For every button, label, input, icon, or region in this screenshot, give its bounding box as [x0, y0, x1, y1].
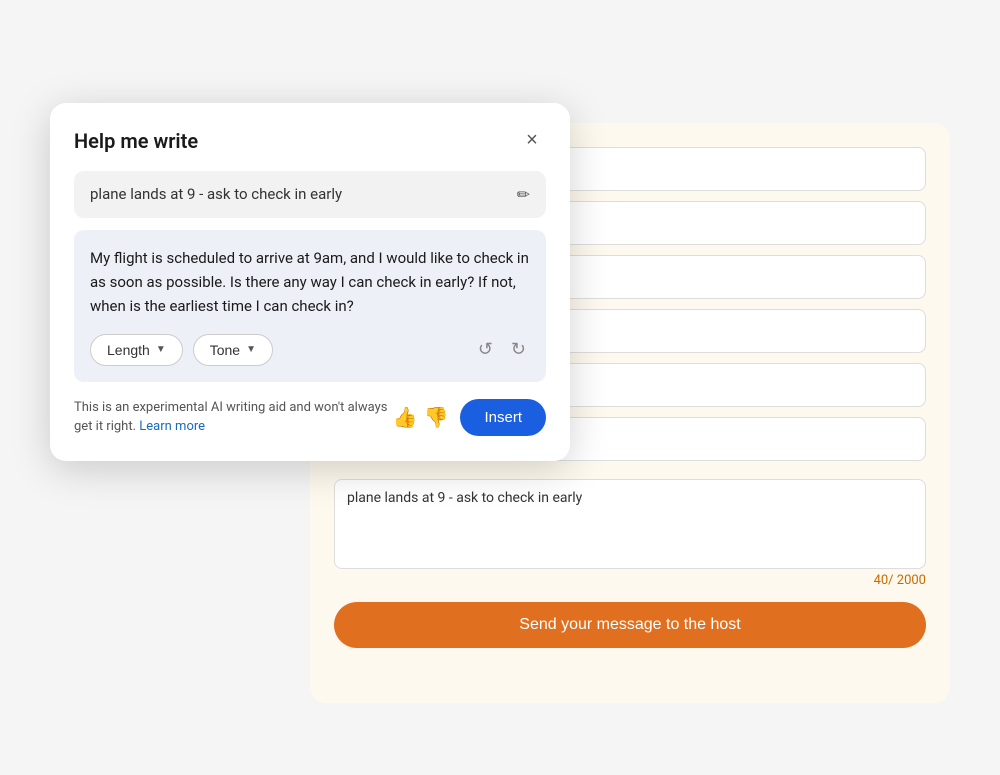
length-chevron-icon: ▼ — [156, 344, 166, 355]
footer-actions: 👍 👎 Insert — [393, 399, 546, 436]
undo-button[interactable]: ↺ — [474, 335, 497, 364]
generated-text: My flight is scheduled to arrive at 9am,… — [90, 246, 530, 318]
prompt-text: plane lands at 9 - ask to check in early — [90, 185, 509, 203]
disclaimer-body: This is an experimental AI writing aid a… — [74, 400, 387, 435]
disclaimer-text: This is an experimental AI writing aid a… — [74, 398, 393, 437]
controls-row: Length ▼ Tone ▼ ↺ ↻ — [90, 334, 530, 366]
char-count: 40/ 2000 — [334, 573, 926, 588]
thumb-buttons: 👍 👎 — [393, 405, 449, 430]
modal-footer: This is an experimental AI writing aid a… — [74, 398, 546, 437]
generated-box: My flight is scheduled to arrive at 9am,… — [74, 230, 546, 382]
message-textarea[interactable]: plane lands at 9 - ask to check in early — [334, 479, 926, 569]
send-button[interactable]: Send your message to the host — [334, 602, 926, 648]
modal-title: Help me write — [74, 129, 198, 153]
thumbs-down-button[interactable]: 👎 — [424, 405, 449, 430]
help-me-write-modal: Help me write × plane lands at 9 - ask t… — [50, 103, 570, 461]
learn-more-link[interactable]: Learn more — [139, 419, 205, 434]
modal-header: Help me write × — [74, 127, 546, 155]
redo-icon: ↻ — [511, 339, 526, 359]
edit-icon[interactable]: ✏ — [517, 185, 530, 204]
close-button[interactable]: × — [518, 127, 546, 155]
undo-icon: ↺ — [478, 339, 493, 359]
length-dropdown[interactable]: Length ▼ — [90, 334, 183, 366]
tone-label: Tone — [210, 342, 240, 358]
tone-chevron-icon: ▼ — [246, 344, 256, 355]
redo-button[interactable]: ↻ — [507, 335, 530, 364]
tone-dropdown[interactable]: Tone ▼ — [193, 334, 273, 366]
prompt-box: plane lands at 9 - ask to check in early… — [74, 171, 546, 218]
thumbs-up-button[interactable]: 👍 — [393, 405, 418, 430]
length-label: Length — [107, 342, 150, 358]
textarea-value: plane lands at 9 - ask to check in early — [347, 490, 582, 506]
insert-button[interactable]: Insert — [460, 399, 546, 436]
